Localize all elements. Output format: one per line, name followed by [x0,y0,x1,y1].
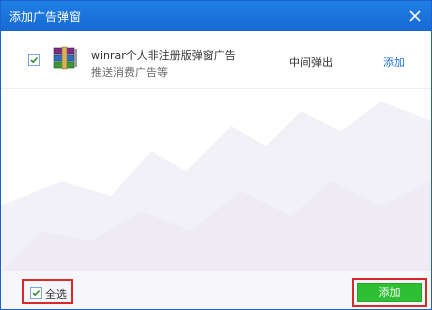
dialog-title: 添加广告弹窗 [9,10,82,24]
ad-list-area: winrar个人非注册版弹窗广告 推送消费广告等 中间弹出 添加 [1,31,431,271]
item-popup-type: 中间弹出 [289,56,333,69]
add-button[interactable]: 添加 [357,283,422,302]
item-name: winrar个人非注册版弹窗广告 [91,49,236,62]
checkmark-icon [32,290,41,297]
select-all-checkbox[interactable] [30,287,42,299]
add-button-highlight: 添加 [352,278,427,307]
checkmark-icon [30,57,39,64]
item-description: 推送消费广告等 [91,66,168,79]
list-item[interactable]: winrar个人非注册版弹窗广告 推送消费广告等 中间弹出 添加 [1,43,431,83]
item-add-link[interactable]: 添加 [383,54,405,70]
winrar-books-icon [51,45,79,71]
title-bar[interactable]: 添加广告弹窗 [1,1,431,31]
select-all-label: 全选 [45,288,67,301]
select-all-highlight[interactable]: 全选 [22,279,73,304]
row-divider [1,88,431,89]
dialog-footer: 全选 添加 [1,271,431,309]
item-checkbox[interactable] [28,54,40,66]
close-button[interactable] [405,6,425,26]
add-popup-ad-dialog: 添加广告弹窗 winrar个人非注册版弹窗广告 推送消费广告等 中间弹出 添加 … [0,0,432,310]
close-icon [409,10,421,22]
